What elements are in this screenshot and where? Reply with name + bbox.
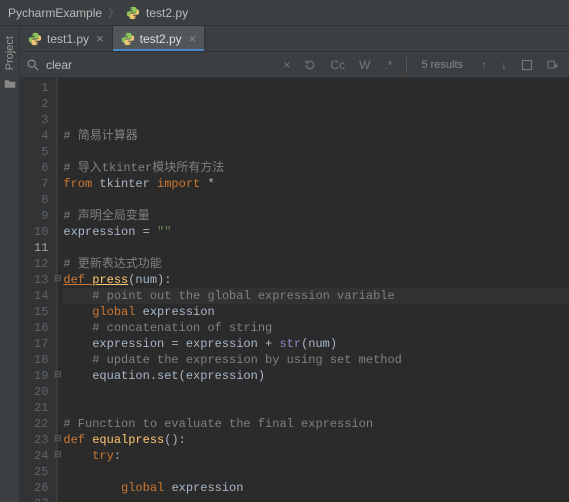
line-number[interactable]: 2	[34, 96, 48, 112]
fold-open-icon[interactable]: ⊟	[53, 435, 62, 444]
line-number[interactable]: 11	[34, 240, 48, 256]
line-number[interactable]: 15	[34, 304, 48, 320]
python-file-icon	[28, 32, 42, 46]
tab-label: test1.py	[47, 32, 89, 46]
code-line[interactable]: # 导入tkinter模块所有方法	[63, 160, 569, 176]
line-number[interactable]: 17	[34, 336, 48, 352]
line-number[interactable]: 25	[34, 464, 48, 480]
code-area[interactable]: # 简易计算器 # 导入tkinter模块所有方法from tkinter im…	[57, 78, 569, 502]
regex-toggle[interactable]: .*	[380, 58, 396, 72]
fold-close-icon[interactable]: ⊟	[53, 371, 62, 380]
find-next-icon[interactable]: ↓	[497, 58, 511, 72]
close-find-icon[interactable]: ×	[279, 58, 294, 72]
fold-open-icon[interactable]: ⊟	[53, 451, 62, 460]
line-number[interactable]: 9	[34, 208, 48, 224]
line-number[interactable]: 19	[34, 368, 48, 384]
line-number[interactable]: 23	[34, 432, 48, 448]
select-all-icon[interactable]	[517, 59, 537, 71]
breadcrumb: PycharmExample 〉 test2.py	[0, 0, 569, 26]
fold-open-icon[interactable]: ⊟	[53, 275, 62, 284]
line-number[interactable]: 12	[34, 256, 48, 272]
close-tab-icon[interactable]: ×	[189, 32, 197, 45]
python-file-icon	[121, 32, 135, 46]
code-line[interactable]	[63, 240, 569, 256]
line-number[interactable]: 7	[34, 176, 48, 192]
code-editor[interactable]: 1234567891011121314151617181920212223242…	[20, 78, 569, 502]
code-line[interactable]: ⊟ equation.set(expression)	[63, 368, 569, 384]
line-number[interactable]: 5	[34, 144, 48, 160]
code-line[interactable]: # concatenation of string	[63, 320, 569, 336]
tab-label: test2.py	[140, 32, 182, 46]
project-tool-icon[interactable]	[4, 78, 16, 90]
code-line[interactable]: global expression	[63, 480, 569, 496]
line-number[interactable]: 24	[34, 448, 48, 464]
line-number[interactable]: 27	[34, 496, 48, 502]
line-gutter[interactable]: 1234567891011121314151617181920212223242…	[20, 78, 57, 502]
line-number[interactable]: 10	[34, 224, 48, 240]
code-line[interactable]: expression = expression + str(num)	[63, 336, 569, 352]
find-input[interactable]	[46, 58, 246, 72]
line-number[interactable]: 6	[34, 160, 48, 176]
line-number[interactable]: 22	[34, 416, 48, 432]
line-number[interactable]: 4	[34, 128, 48, 144]
add-selection-icon[interactable]	[543, 59, 563, 71]
code-line[interactable]: ⊟def press(num):	[63, 272, 569, 288]
code-line[interactable]: # 声明全局变量	[63, 208, 569, 224]
search-icon	[26, 58, 40, 72]
find-bar: × Cc W .* 5 results ↑ ↓	[20, 52, 569, 78]
code-line[interactable]: # update the expression by using set met…	[63, 352, 569, 368]
code-line[interactable]: # Function to evaluate the final express…	[63, 416, 569, 432]
line-number[interactable]: 16	[34, 320, 48, 336]
code-line[interactable]	[63, 384, 569, 400]
line-number[interactable]: 26	[34, 480, 48, 496]
code-line[interactable]: ⊟def equalpress():	[63, 432, 569, 448]
code-line[interactable]	[63, 400, 569, 416]
line-number[interactable]: 20	[34, 384, 48, 400]
code-line[interactable]: from tkinter import *	[63, 176, 569, 192]
line-number[interactable]: 8	[34, 192, 48, 208]
project-tool-sidebar[interactable]: Project	[0, 26, 20, 502]
breadcrumb-sep: 〉	[108, 4, 120, 21]
close-tab-icon[interactable]: ×	[96, 32, 104, 45]
find-results-count: 5 results	[421, 59, 463, 71]
python-file-icon	[126, 6, 140, 20]
code-line[interactable]: # 简易计算器	[63, 128, 569, 144]
breadcrumb-project[interactable]: PycharmExample	[8, 6, 102, 20]
line-number[interactable]: 14	[34, 288, 48, 304]
match-case-toggle[interactable]: Cc	[326, 58, 349, 72]
find-prev-icon[interactable]: ↑	[477, 58, 491, 72]
code-line[interactable]	[63, 192, 569, 208]
code-line[interactable]: global expression	[63, 304, 569, 320]
code-line[interactable]: expression = ""	[63, 224, 569, 240]
line-number[interactable]: 3	[34, 112, 48, 128]
code-line[interactable]	[63, 496, 569, 502]
tab-test2-py[interactable]: test2.py ×	[113, 26, 206, 51]
editor-tabs: test1.py × test2.py ×	[20, 26, 569, 52]
breadcrumb-file[interactable]: test2.py	[146, 6, 188, 20]
code-line[interactable]: # point out the global expression variab…	[63, 288, 569, 304]
line-number[interactable]: 13	[34, 272, 48, 288]
project-tool-label[interactable]: Project	[4, 36, 16, 70]
words-toggle[interactable]: W	[355, 58, 374, 72]
tab-test1-py[interactable]: test1.py ×	[20, 26, 113, 51]
line-number[interactable]: 21	[34, 400, 48, 416]
code-line[interactable]: # 更新表达式功能	[63, 256, 569, 272]
code-line[interactable]: ⊟ try:	[63, 448, 569, 464]
history-icon[interactable]	[300, 59, 320, 71]
code-line[interactable]	[63, 144, 569, 160]
line-number[interactable]: 18	[34, 352, 48, 368]
code-line[interactable]	[63, 464, 569, 480]
line-number[interactable]: 1	[34, 80, 48, 96]
